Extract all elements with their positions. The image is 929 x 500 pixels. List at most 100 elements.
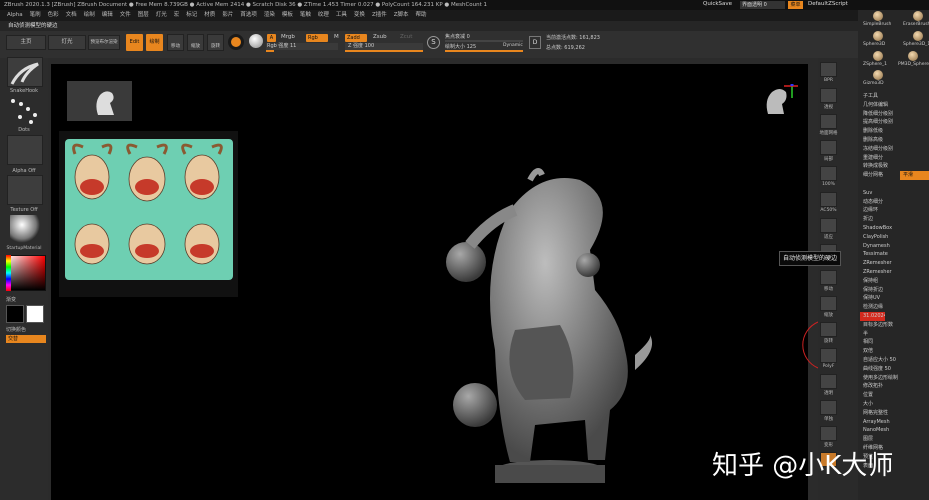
edit-button[interactable]: Edit — [126, 34, 143, 51]
tool-menu-item[interactable]: 边缘环 — [860, 206, 929, 215]
tool-menu-item[interactable]: ZRemesher — [860, 259, 929, 268]
mrgb-toggle[interactable]: Mrgb — [281, 34, 295, 40]
tool-thumbnail-icon[interactable] — [873, 51, 883, 61]
menu-item[interactable]: 渲染 — [264, 12, 275, 18]
texture-thumbnail[interactable] — [7, 175, 43, 205]
shelf-button[interactable] — [820, 218, 837, 233]
tool-thumbnail-icon[interactable] — [873, 31, 883, 41]
tool-menu-item[interactable]: 几何体编辑 — [860, 101, 929, 110]
rgb-toggle[interactable]: Rgb — [306, 34, 328, 42]
goat-sculpt-model[interactable] — [420, 150, 680, 495]
tool-menu-item[interactable]: 大小 — [860, 400, 929, 409]
tool-thumbnail-label[interactable]: ZSphere_1 — [863, 62, 887, 67]
shelf-button[interactable] — [820, 88, 837, 103]
zadd-toggle[interactable]: Zadd — [345, 34, 367, 42]
menu-item[interactable]: Z插件 — [372, 12, 387, 18]
hue-strip[interactable] — [6, 255, 11, 291]
shelf-button[interactable] — [820, 192, 837, 207]
scale-button[interactable]: 缩放 — [187, 34, 204, 51]
tool-thumbnail-label[interactable]: PM3D_Sphere3D — [898, 62, 929, 67]
menu-item[interactable]: 笔触 — [300, 12, 311, 18]
menu-item[interactable]: 文档 — [66, 12, 77, 18]
menu-item[interactable]: 工具 — [336, 12, 347, 18]
tool-menu-item[interactable]: 子工具 — [860, 92, 929, 101]
preview-render-button[interactable]: 预览布尔渲染 — [88, 35, 120, 50]
shelf-button[interactable] — [820, 166, 837, 181]
tool-menu-item[interactable]: 动态细分 — [860, 198, 929, 207]
tool-menu-item[interactable]: 删除高级 — [860, 136, 929, 145]
tool-menu-item[interactable]: NanoMesh — [860, 426, 929, 435]
tool-menu-item[interactable]: 提高细分级别 — [860, 118, 929, 127]
menu-item[interactable]: Z脚本 — [394, 12, 409, 18]
tool-thumbnail-icon[interactable] — [873, 11, 883, 21]
draw-size-slider[interactable]: 绘制大小 125 — [445, 43, 495, 50]
tool-menu-item[interactable]: 保持折边 — [860, 286, 929, 295]
a-toggle[interactable]: A — [267, 34, 276, 42]
tool-menu-item[interactable]: Dynamesh — [860, 242, 929, 251]
tool-menu-item[interactable]: 目标多边形数 — [860, 321, 929, 330]
menu-item[interactable]: 模板 — [282, 12, 293, 18]
shelf-button[interactable] — [820, 140, 837, 155]
tool-menu-item[interactable]: 删除低级 — [860, 127, 929, 136]
tool-thumbnail-label[interactable]: Sphere3D — [863, 42, 885, 47]
z-intensity-slider[interactable]: Z 强度 100 — [345, 43, 423, 50]
menu-item[interactable]: 文件 — [120, 12, 131, 18]
tool-thumbnail-label[interactable]: SimpleBrush — [863, 22, 891, 27]
menu-item[interactable]: 标记 — [186, 12, 197, 18]
rgb-intensity-slider[interactable]: Rgb 强度 11 — [266, 43, 338, 50]
dynamic-toggle[interactable]: Dynamic — [503, 43, 523, 48]
tool-menu-item[interactable]: 31.02024 — [860, 312, 885, 321]
tool-menu-item[interactable]: 保持UV — [860, 294, 929, 303]
tool-menu-item[interactable]: 图层 — [860, 435, 929, 444]
tool-menu-item[interactable]: ArrayMesh — [860, 418, 929, 427]
quicksave-button[interactable]: QuickSave — [703, 1, 732, 7]
brush-sphere-icon[interactable] — [249, 34, 263, 48]
tool-menu-item[interactable]: 曲线强度 50 — [860, 365, 929, 374]
tool-menu-item[interactable]: Suv — [860, 189, 929, 198]
shelf-button[interactable] — [820, 270, 837, 285]
switch-color-label[interactable]: 切换颜色 — [0, 326, 48, 333]
tool-menu-item[interactable]: ShadowBox — [860, 224, 929, 233]
ui-opacity-slider[interactable]: 界面透明 0 — [740, 1, 785, 9]
menu-item[interactable]: 绘制 — [84, 12, 95, 18]
tool-menu-item[interactable]: 相同 — [860, 338, 929, 347]
shelf-button[interactable] — [820, 114, 837, 129]
shelf-button[interactable] — [820, 374, 837, 389]
menu-item[interactable]: 材质 — [204, 12, 215, 18]
shelf-button[interactable] — [820, 296, 837, 311]
draw-button[interactable]: 绘制 — [146, 34, 163, 51]
zcut-toggle[interactable]: Zcut — [400, 34, 412, 40]
brush-thumbnail[interactable] — [7, 57, 43, 87]
menu-item[interactable]: 色彩 — [48, 12, 59, 18]
tool-menu-item[interactable]: Tessimate — [860, 250, 929, 259]
focal-shift-slider[interactable]: 焦点衰减 0 — [445, 33, 523, 40]
default-zscript-button[interactable]: DefaultZScript — [808, 1, 848, 7]
tool-menu-item[interactable]: 降低细分级别 — [860, 110, 929, 119]
shelf-button[interactable] — [820, 62, 837, 77]
tool-menu-item[interactable]: 位置 — [860, 391, 929, 400]
menu-item[interactable]: 影片 — [222, 12, 233, 18]
tool-menu-item[interactable]: 重建细分 — [860, 154, 929, 163]
menu-item[interactable]: 首选项 — [240, 12, 257, 18]
shelf-button[interactable] — [820, 348, 837, 363]
material-swatch[interactable] — [228, 34, 244, 50]
menu-item[interactable]: 灯光 — [156, 12, 167, 18]
tool-thumbnail-icon[interactable] — [913, 31, 923, 41]
tool-menu-item[interactable]: 折边 — [860, 215, 929, 224]
alternate-button[interactable]: 交替 — [6, 335, 46, 343]
move-button[interactable]: 移动 — [167, 34, 184, 51]
stroke-thumbnail[interactable] — [7, 95, 43, 125]
home-button[interactable]: 主页 — [6, 35, 46, 50]
zsub-toggle[interactable]: Zsub — [373, 34, 387, 40]
tool-thumbnail-icon[interactable] — [913, 11, 923, 21]
tool-thumbnail-label[interactable]: Gizmo3D — [863, 81, 884, 86]
m-toggle[interactable]: M — [334, 34, 339, 40]
rotate-button[interactable]: 旋转 — [207, 34, 224, 51]
shelf-button[interactable] — [820, 400, 837, 415]
tool-menu-item[interactable]: 冻结细分级别 — [860, 145, 929, 154]
menu-item[interactable]: 变换 — [354, 12, 365, 18]
tool-thumbnail-label[interactable]: Sphere3D_1 — [903, 42, 929, 47]
shelf-button[interactable] — [820, 426, 837, 441]
tool-menu-item[interactable]: 半 — [860, 330, 929, 339]
menu-toggle-button[interactable]: 菜单 — [788, 1, 803, 9]
